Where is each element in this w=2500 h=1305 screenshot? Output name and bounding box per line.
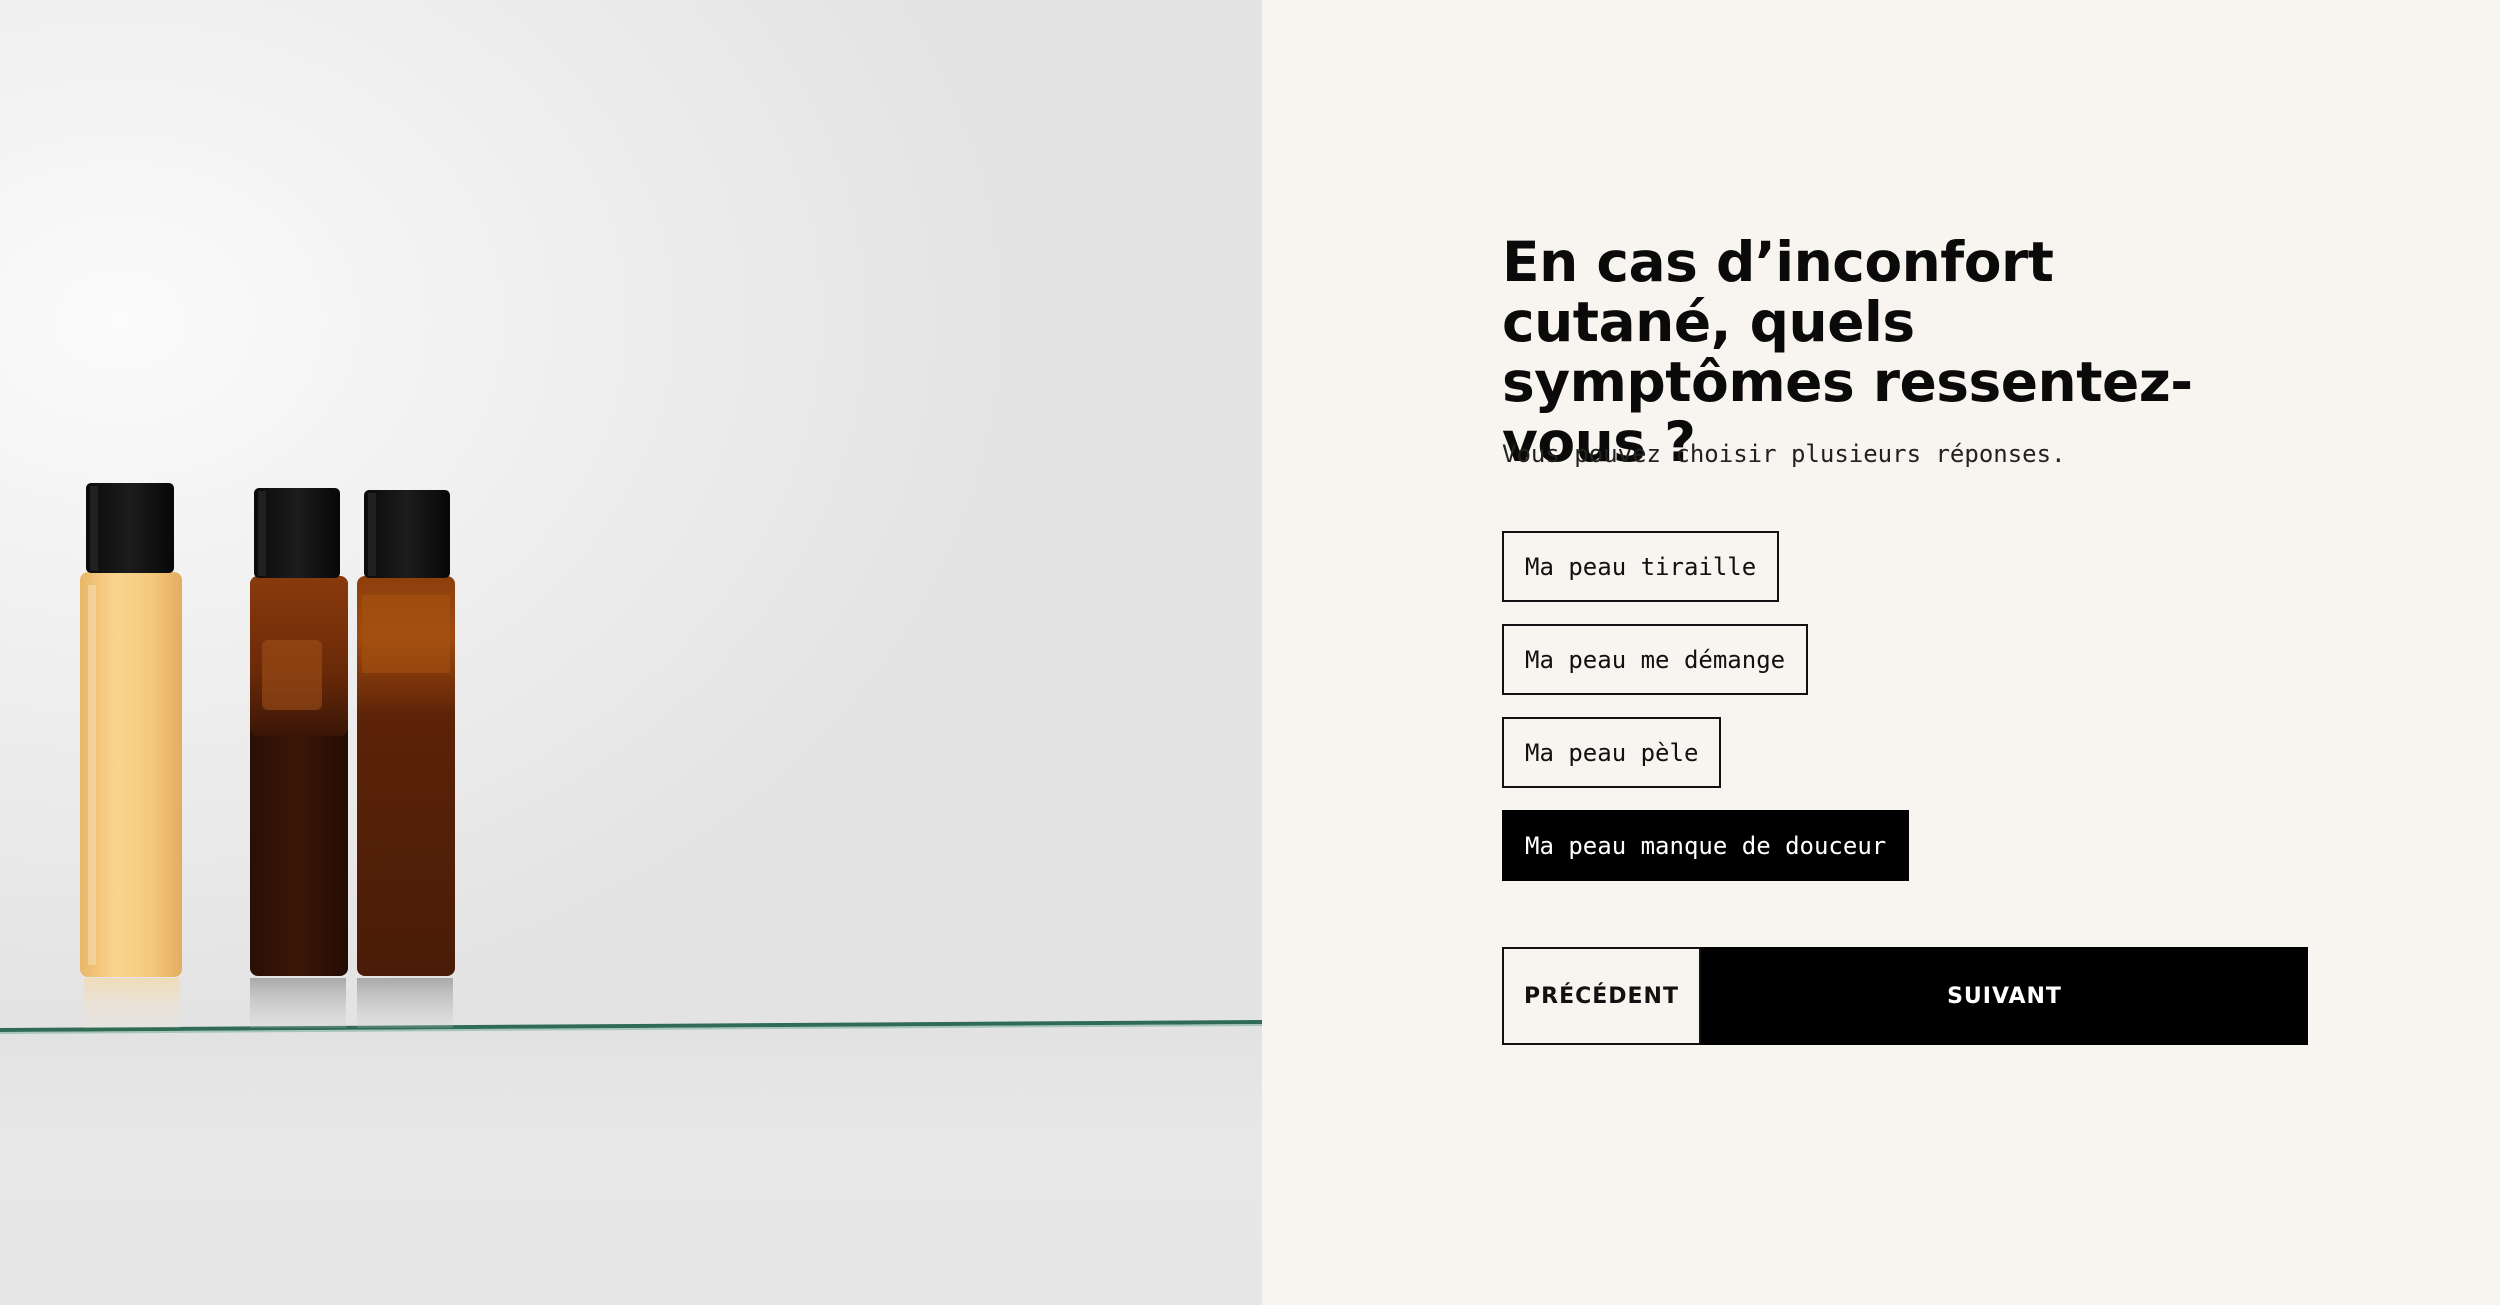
bottle-medium — [357, 490, 455, 976]
option-tiraille[interactable]: Ma peau tiraille — [1502, 531, 1780, 602]
previous-button[interactable]: PRÉCÉDENT — [1502, 947, 1701, 1045]
question-hint: Vous pouvez choisir plusieurs réponses. — [1502, 440, 2066, 468]
quiz-panel: En cas d’inconfort cutané, quels symptôm… — [1262, 0, 2500, 1305]
quiz-navigation: PRÉCÉDENT SUIVANT — [1502, 947, 2308, 1045]
bottle-dark — [250, 488, 348, 976]
answer-options: Ma peau tiraille Ma peau me démange Ma p… — [1502, 531, 1910, 881]
next-button[interactable]: SUIVANT — [1701, 947, 2308, 1045]
question-title: En cas d’inconfort cutané, quels symptôm… — [1502, 230, 2193, 474]
bottle-light — [80, 483, 182, 977]
bottles-illustration — [0, 483, 1262, 1034]
product-photo — [0, 0, 1262, 1305]
option-pele[interactable]: Ma peau pèle — [1502, 717, 1722, 788]
option-manque-douceur[interactable]: Ma peau manque de douceur — [1502, 810, 1910, 881]
option-demange[interactable]: Ma peau me démange — [1502, 624, 1809, 695]
page: En cas d’inconfort cutané, quels symptôm… — [0, 0, 2500, 1305]
